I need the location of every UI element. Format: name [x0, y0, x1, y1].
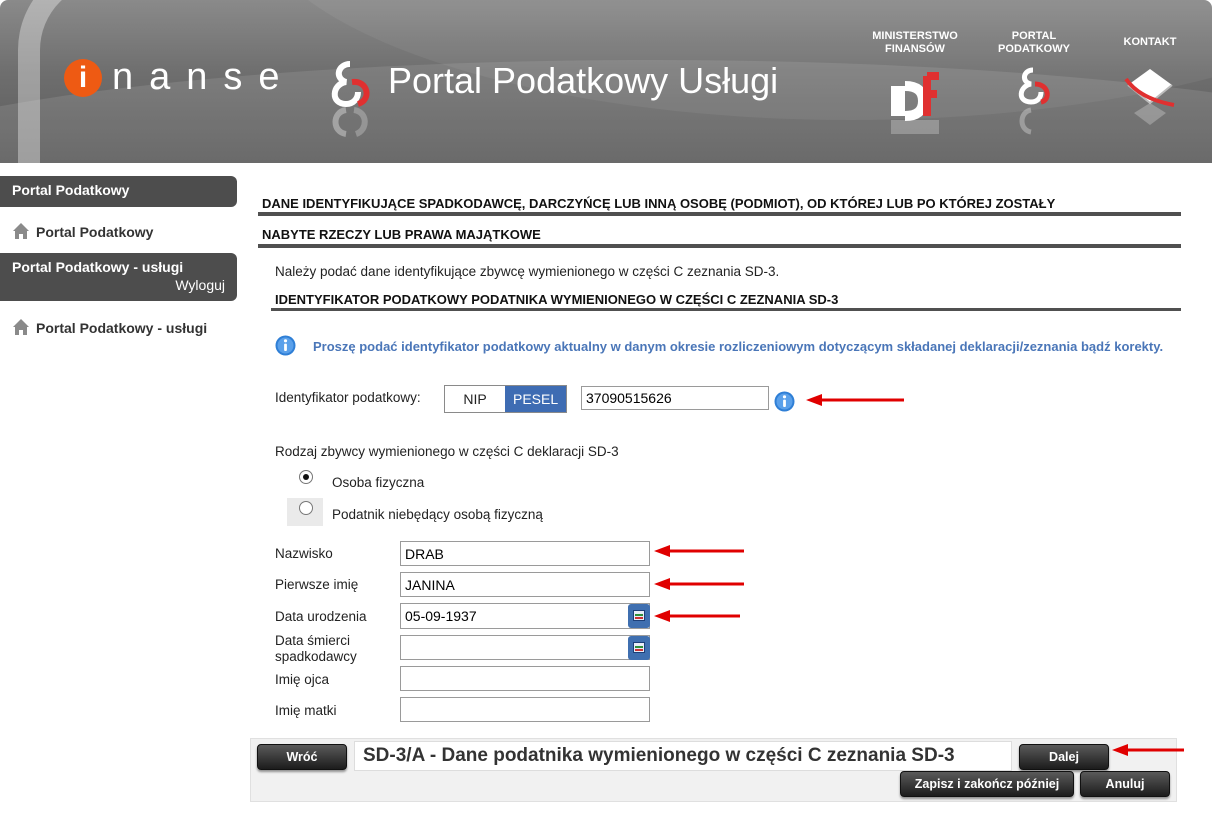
- toggle-option-nip[interactable]: NIP: [445, 386, 505, 412]
- info-icon: [275, 335, 296, 356]
- section-heading: DANE IDENTYFIKUJĄCE SPADKODAWCĘ, DARCZYŃ…: [262, 196, 1056, 211]
- field-label: Nazwisko: [275, 546, 333, 561]
- finanse-logo-icon[interactable]: i: [64, 59, 102, 97]
- heading-divider: [258, 244, 1181, 248]
- field-label: Pierwsze imię: [275, 577, 359, 592]
- annotation-arrow: [1112, 744, 1184, 756]
- first-name-input[interactable]: [400, 572, 650, 597]
- home-icon: [13, 223, 29, 239]
- portal-podatkowy-logo-icon: [331, 61, 370, 137]
- mf-logo-icon: [891, 72, 939, 134]
- annotation-arrow: [654, 545, 744, 557]
- cancel-button[interactable]: Anuluj: [1080, 771, 1170, 797]
- section-heading: NABYTE RZECZY LUB PRAWA MAJĄTKOWE: [262, 227, 541, 242]
- intro-text: Należy podać dane identyfikujące zbywcę …: [275, 264, 780, 279]
- mother-name-input[interactable]: [400, 697, 650, 722]
- identifier-subheading: IDENTYFIKATOR PODATKOWY PODATNIKA WYMIEN…: [275, 292, 839, 307]
- field-label: Imię matki: [275, 703, 337, 718]
- logout-link[interactable]: Wyloguj: [12, 277, 225, 293]
- sidebar-item-label: Portal Podatkowy: [36, 224, 154, 240]
- site-header: i nanse Portal Podatkowy Usługi MINISTER…: [0, 0, 1212, 163]
- surname-input[interactable]: [400, 541, 650, 566]
- annotation-arrow: [654, 610, 740, 622]
- radio-non-natural-person[interactable]: [299, 501, 313, 515]
- annotation-arrow: [806, 394, 904, 406]
- radio-label: Podatnik niebędący osobą fizyczną: [332, 507, 543, 522]
- link-caption: MINISTERSTWO: [872, 30, 958, 42]
- radio-label: Osoba fizyczna: [332, 475, 425, 490]
- sidebar-section-portal-podatkowy: Portal Podatkowy: [0, 176, 237, 207]
- toggle-option-pesel[interactable]: PESEL: [505, 386, 567, 412]
- save-and-finish-later-button[interactable]: Zapisz i zakończ później: [900, 771, 1074, 797]
- identifier-type-toggle: NIP PESEL: [444, 385, 568, 413]
- sidebar-section-uslugi: Portal Podatkowy - usługi Wyloguj: [0, 253, 237, 301]
- sidebar-section-title: Portal Podatkowy: [12, 182, 130, 198]
- link-caption: KONTAKT: [1123, 36, 1177, 48]
- identifier-label: Identyfikator podatkowy:: [275, 390, 421, 405]
- portal-title: Portal Podatkowy Usługi: [388, 60, 779, 101]
- birth-date-input[interactable]: [400, 603, 650, 629]
- annotation-arrow: [654, 578, 744, 590]
- seller-type-label: Rodzaj zbywcy wymienionego w części C de…: [275, 444, 619, 459]
- link-caption: FINANSÓW: [885, 43, 945, 55]
- subheading-divider: [271, 308, 1181, 311]
- field-label: Data śmierci spadkodawcy: [275, 633, 357, 665]
- link-caption: PORTAL: [1011, 30, 1057, 42]
- finanse-logo-text[interactable]: nanse: [112, 56, 296, 99]
- calendar-icon[interactable]: [628, 636, 650, 660]
- sidebar-item-portal-podatkowy[interactable]: Portal Podatkowy: [12, 222, 153, 240]
- envelope-icon: [1124, 69, 1175, 125]
- home-icon: [13, 319, 29, 335]
- link-caption: PODATKOWY: [998, 43, 1070, 55]
- step-title: SD-3/A - Dane podatnika wymienionego w c…: [354, 741, 1012, 771]
- next-button[interactable]: Dalej: [1019, 744, 1109, 770]
- field-label: Imię ojca: [275, 672, 330, 687]
- identifier-input[interactable]: [581, 386, 769, 410]
- calendar-icon[interactable]: [628, 604, 650, 628]
- field-label-line: spadkodawcy: [275, 649, 357, 664]
- identifier-help-icon[interactable]: [774, 391, 795, 412]
- field-label: Data urodzenia: [275, 609, 367, 624]
- radio-natural-person[interactable]: [299, 470, 313, 484]
- sidebar-section-title: Portal Podatkowy - usługi: [12, 259, 184, 275]
- portal-podatkowy-small-icon: [1018, 67, 1050, 135]
- contact-link[interactable]: KONTAKT: [1112, 36, 1188, 139]
- sidebar-item-portal-podatkowy-uslugi[interactable]: Portal Podatkowy - usługi: [12, 318, 207, 336]
- portal-podatkowy-link[interactable]: PORTAL PODATKOWY: [984, 30, 1084, 138]
- ministry-of-finance-link[interactable]: MINISTERSTWO FINANSÓW: [862, 30, 968, 138]
- death-date-input[interactable]: [400, 635, 650, 660]
- field-label-line: Data śmierci: [275, 633, 351, 648]
- back-button[interactable]: Wróć: [257, 744, 347, 770]
- father-name-input[interactable]: [400, 666, 650, 691]
- heading-divider: [258, 212, 1181, 216]
- identifier-info-message: Proszę podać identyfikator podatkowy akt…: [313, 339, 1164, 354]
- sidebar-item-label: Portal Podatkowy - usługi: [36, 320, 208, 336]
